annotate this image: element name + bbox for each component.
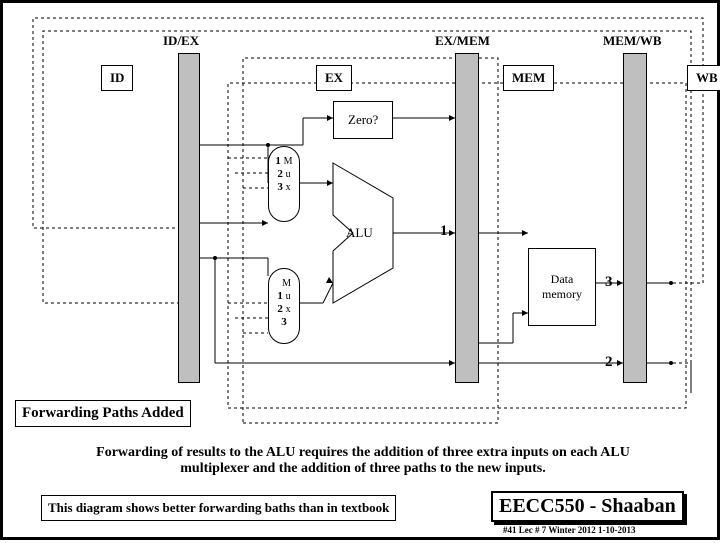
slide-frame: ID/EX EX/MEM MEM/WB ID EX MEM WB Zero? A… xyxy=(0,0,720,540)
mux-bot-n2: 2 xyxy=(277,303,283,315)
course-box: EECC550 - Shaaban xyxy=(491,491,684,522)
diagram-canvas: ID/EX EX/MEM MEM/WB ID EX MEM WB Zero? A… xyxy=(3,3,717,537)
mux-top-n1: 1 xyxy=(275,155,281,167)
textbook-note: This diagram shows better forwarding bat… xyxy=(41,495,396,521)
caption-text: Forwarding of results to the ALU require… xyxy=(73,445,653,477)
data-memory-block: Data memory xyxy=(528,248,596,326)
stage-wb: WB xyxy=(687,65,720,91)
out-three: 3 xyxy=(605,274,613,291)
reg-exmem xyxy=(455,53,479,383)
mux-bot-n1: 1 xyxy=(277,290,283,302)
header-exmem: EX/MEM xyxy=(435,33,490,49)
header-idex: ID/EX xyxy=(163,33,199,49)
forwarding-paths-label: Forwarding Paths Added xyxy=(15,400,191,427)
stage-mem: MEM xyxy=(503,65,554,91)
reg-memwb xyxy=(623,53,647,383)
stage-id: ID xyxy=(101,65,133,91)
mux-top-label: 1 M 2 u 3 x xyxy=(271,155,297,194)
mux-top-n2: 2 xyxy=(277,168,283,180)
header-memwb: MEM/WB xyxy=(603,33,662,49)
mux-bot-n3: 3 xyxy=(281,316,287,328)
mux-top-n3: 3 xyxy=(277,181,283,193)
out-two: 2 xyxy=(605,354,613,371)
mux-top: 1 M 2 u 3 x xyxy=(268,146,300,222)
stage-ex: EX xyxy=(316,65,352,91)
out-one: 1 xyxy=(440,223,448,240)
alu-label: ALU xyxy=(346,225,373,241)
reg-idex xyxy=(178,53,200,383)
slide-footer: #41 Lec # 7 Winter 2012 1-10-2013 xyxy=(503,525,636,535)
zero-block: Zero? xyxy=(333,101,393,139)
mux-bot: M 1 u 2 x 3 xyxy=(268,268,300,344)
mux-bot-label: M 1 u 2 x 3 xyxy=(271,277,297,329)
